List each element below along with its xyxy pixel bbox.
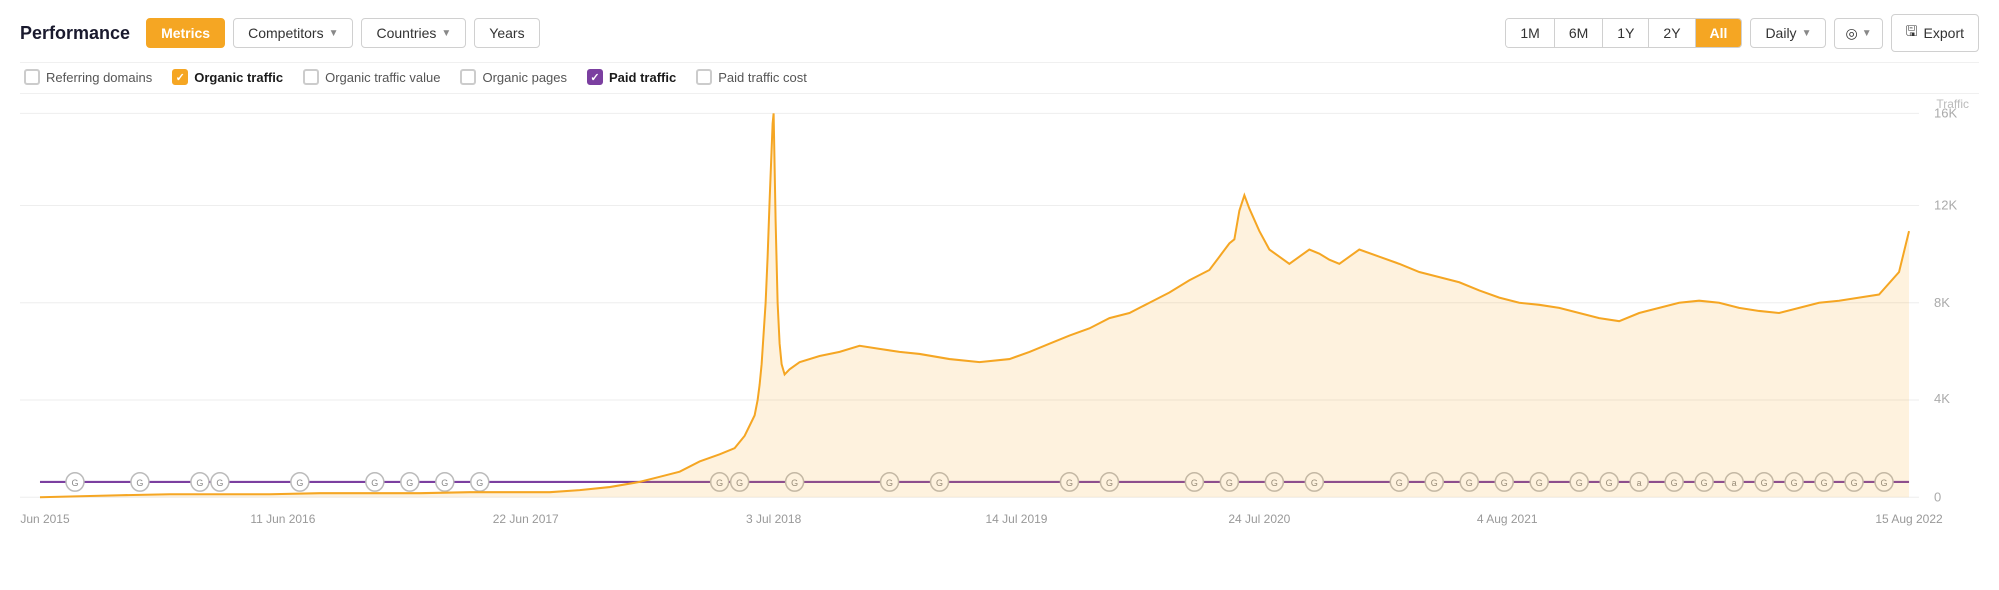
y-axis-8k: 8K — [1934, 295, 1950, 310]
x-label-2015: 1 Jun 2015 — [20, 512, 70, 526]
frequency-button[interactable]: Daily ▼ — [1750, 18, 1826, 48]
legend-referring-domains[interactable]: Referring domains — [24, 69, 152, 85]
x-label-2020: 24 Jul 2020 — [1228, 512, 1290, 526]
time-range-group: 1M 6M 1Y 2Y All — [1505, 18, 1742, 48]
competitors-label: Competitors — [248, 25, 323, 41]
svg-text:G: G — [71, 478, 78, 488]
years-button[interactable]: Years — [474, 18, 539, 48]
x-label-2021: 4 Aug 2021 — [1477, 512, 1538, 526]
competitors-button[interactable]: Competitors ▼ — [233, 18, 353, 48]
x-label-2016: 11 Jun 2016 — [250, 512, 315, 526]
page-title: Performance — [20, 23, 130, 44]
svg-text:G: G — [371, 478, 378, 488]
legend-paid-traffic-cost[interactable]: Paid traffic cost — [696, 69, 807, 85]
referring-domains-label: Referring domains — [46, 70, 152, 85]
legend-organic-traffic-value[interactable]: Organic traffic value — [303, 69, 440, 85]
svg-text:G: G — [136, 478, 143, 488]
legend-organic-pages[interactable]: Organic pages — [460, 69, 567, 85]
y-axis-12k: 12K — [1934, 197, 1957, 212]
time-1y-button[interactable]: 1Y — [1603, 19, 1649, 47]
performance-chart: 0 4K 8K 12K 16K Traffic 1 Jun 2015 11 Ju… — [20, 98, 1979, 528]
organic-pages-checkbox[interactable] — [460, 69, 476, 85]
metrics-button[interactable]: Metrics — [146, 18, 225, 48]
svg-text:G: G — [296, 478, 303, 488]
paid-traffic-label: Paid traffic — [609, 70, 676, 85]
time-all-button[interactable]: All — [1696, 19, 1742, 47]
x-label-2018: 3 Jul 2018 — [746, 512, 802, 526]
organic-traffic-area — [40, 113, 1909, 497]
svg-text:G: G — [441, 478, 448, 488]
paid-traffic-cost-label: Paid traffic cost — [718, 70, 807, 85]
y-axis-4k: 4K — [1934, 391, 1950, 406]
svg-text:G: G — [216, 478, 223, 488]
svg-text:G: G — [406, 478, 413, 488]
referring-domains-checkbox[interactable] — [24, 69, 40, 85]
time-1m-button[interactable]: 1M — [1506, 19, 1554, 47]
legend-row: Referring domains ✓ Organic traffic Orga… — [20, 62, 1979, 94]
competitors-chevron-icon: ▼ — [329, 28, 339, 39]
x-label-2022: 15 Aug 2022 — [1875, 512, 1943, 526]
comment-button[interactable]: ◎ ▼ — [1834, 18, 1882, 49]
legend-organic-traffic[interactable]: ✓ Organic traffic — [172, 69, 283, 85]
frequency-chevron-icon: ▼ — [1802, 28, 1812, 39]
export-button[interactable]: 🖫 Export — [1891, 14, 1979, 52]
paid-traffic-cost-checkbox[interactable] — [696, 69, 712, 85]
y-axis-0: 0 — [1934, 489, 1941, 504]
organic-pages-label: Organic pages — [482, 70, 567, 85]
y-axis-traffic-label: Traffic — [1936, 98, 1969, 111]
organic-traffic-label: Organic traffic — [194, 70, 283, 85]
organic-traffic-value-checkbox[interactable] — [303, 69, 319, 85]
legend-paid-traffic[interactable]: ✓ Paid traffic — [587, 69, 676, 85]
paid-traffic-checkbox[interactable]: ✓ — [587, 69, 603, 85]
organic-traffic-checkbox[interactable]: ✓ — [172, 69, 188, 85]
x-label-2019: 14 Jul 2019 — [986, 512, 1048, 526]
svg-text:G: G — [196, 478, 203, 488]
comment-icon: ◎ — [1845, 25, 1857, 42]
countries-chevron-icon: ▼ — [441, 28, 451, 39]
x-label-2017: 22 Jun 2017 — [493, 512, 559, 526]
time-2y-button[interactable]: 2Y — [1649, 19, 1695, 47]
countries-label: Countries — [376, 25, 436, 41]
frequency-label: Daily — [1765, 25, 1796, 41]
export-label: Export — [1924, 25, 1964, 41]
countries-button[interactable]: Countries ▼ — [361, 18, 466, 48]
comment-chevron-icon: ▼ — [1862, 28, 1872, 39]
export-icon: 🖫 — [1906, 21, 1918, 45]
chart-area: 0 4K 8K 12K 16K Traffic 1 Jun 2015 11 Ju… — [20, 98, 1979, 528]
svg-text:G: G — [476, 478, 483, 488]
time-6m-button[interactable]: 6M — [1555, 19, 1603, 47]
organic-traffic-value-label: Organic traffic value — [325, 70, 440, 85]
